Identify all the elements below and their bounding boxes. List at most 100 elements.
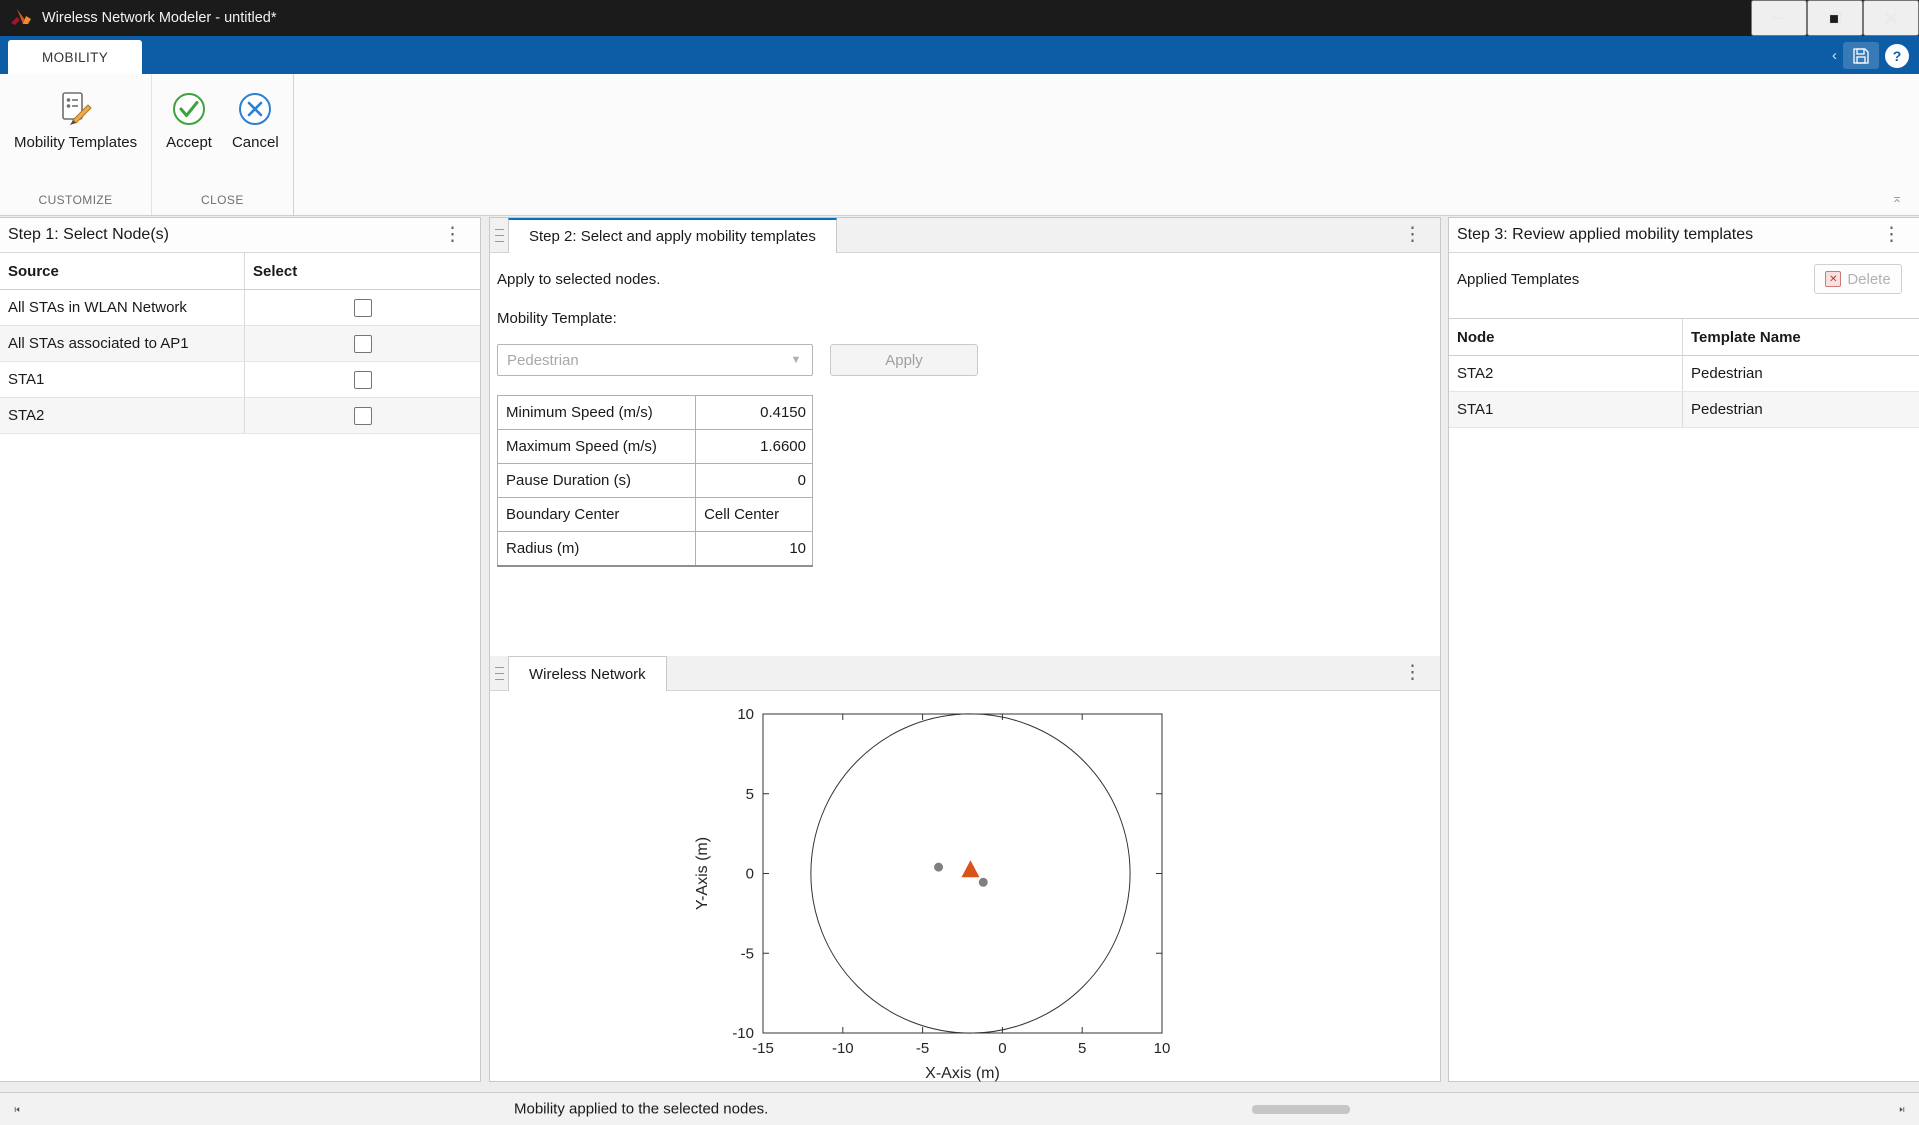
applied-templates-label: Applied Templates — [1457, 271, 1579, 288]
table-row: Minimum Speed (m/s) 0.4150 — [498, 396, 813, 430]
matlab-logo-icon — [9, 6, 33, 30]
step1-header: Step 1: Select Node(s) ⋮ — [0, 218, 480, 253]
wireless-network-modeler-window: Wireless Network Modeler - untitled* MOB… — [0, 0, 1919, 1125]
apply-instruction-text: Apply to selected nodes. — [497, 271, 660, 288]
select-checkbox[interactable] — [354, 299, 372, 317]
mobility-template-dropdown[interactable]: Pedestrian ▼ — [497, 344, 813, 376]
cancel-button[interactable]: Cancel — [224, 82, 287, 157]
step3-header: Step 3: Review applied mobility template… — [1449, 218, 1919, 253]
svg-text:Y-Axis (m): Y-Axis (m) — [694, 837, 711, 910]
source-cell: STA1 — [0, 362, 245, 397]
step1-panel: Step 1: Select Node(s) ⋮ Source Select A… — [0, 217, 481, 1082]
section-label-close: CLOSE — [152, 189, 293, 215]
cancel-x-icon — [234, 88, 276, 130]
scroll-to-start-icon[interactable] — [8, 1100, 26, 1118]
minimize-ribbon-icon[interactable] — [1887, 191, 1907, 209]
property-name: Minimum Speed (m/s) — [498, 396, 696, 430]
scroll-to-end-icon[interactable] — [1893, 1100, 1911, 1118]
collapse-chevron-icon[interactable]: ‹ — [1832, 48, 1837, 63]
property-name: Maximum Speed (m/s) — [498, 430, 696, 464]
step1-table-header: Source Select — [0, 253, 480, 290]
svg-text:10: 10 — [737, 706, 754, 723]
ribbon-tab-strip: MOBILITY ‹ ? — [0, 36, 1919, 74]
step1-kebab-menu-icon[interactable]: ⋮ — [437, 224, 468, 247]
table-row: STA2 — [0, 398, 480, 434]
close-button[interactable] — [1863, 0, 1919, 36]
svg-text:-15: -15 — [752, 1040, 774, 1057]
minimize-button[interactable] — [1751, 0, 1807, 36]
select-checkbox[interactable] — [354, 335, 372, 353]
svg-text:5: 5 — [1078, 1040, 1086, 1057]
delete-x-icon: ✕ — [1825, 271, 1841, 287]
grip-icon — [495, 229, 504, 242]
column-template-name: Template Name — [1683, 319, 1919, 355]
cancel-label: Cancel — [232, 134, 279, 153]
accept-button[interactable]: Accept — [158, 82, 220, 157]
node-cell: STA1 — [1449, 392, 1683, 427]
step2-kebab-menu-icon[interactable]: ⋮ — [1397, 224, 1428, 247]
mobility-templates-label: Mobility Templates — [14, 134, 137, 153]
accept-check-icon — [168, 88, 210, 130]
svg-text:-10: -10 — [832, 1040, 854, 1057]
template-cell: Pedestrian — [1683, 356, 1919, 391]
node-cell: STA2 — [1449, 356, 1683, 391]
horizontal-scrollbar-thumb[interactable] — [1252, 1105, 1350, 1114]
property-value[interactable]: 0 — [696, 464, 813, 498]
property-name: Pause Duration (s) — [498, 464, 696, 498]
chevron-down-icon: ▼ — [780, 345, 812, 375]
select-checkbox[interactable] — [354, 407, 372, 425]
template-cell: Pedestrian — [1683, 392, 1919, 427]
source-cell: All STAs in WLAN Network — [0, 290, 245, 325]
mobility-templates-icon — [55, 88, 97, 130]
step1-title: Step 1: Select Node(s) — [8, 226, 169, 244]
source-cell: STA2 — [0, 398, 245, 433]
step2-tab-strip: Step 2: Select and apply mobility templa… — [490, 218, 1440, 253]
tab-step2[interactable]: Step 2: Select and apply mobility templa… — [508, 218, 837, 253]
section-label-customize: CUSTOMIZE — [0, 189, 151, 215]
mobility-templates-button[interactable]: Mobility Templates — [6, 82, 145, 157]
svg-text:5: 5 — [746, 786, 754, 803]
applied-templates-row: Applied Templates ✕ Delete — [1449, 262, 1919, 300]
property-value[interactable]: 10 — [696, 532, 813, 567]
delete-button[interactable]: ✕ Delete — [1814, 264, 1902, 294]
network-plot: -15-10-50510-10-50510X-Axis (m)Y-Axis (m… — [691, 698, 1211, 1083]
table-row: STA1 — [0, 362, 480, 398]
window-controls — [1751, 0, 1919, 36]
grip-icon — [495, 667, 504, 680]
network-kebab-menu-icon[interactable]: ⋮ — [1397, 662, 1428, 685]
quick-access-toolbar: ‹ ? — [1832, 42, 1909, 69]
step3-title: Step 3: Review applied mobility template… — [1457, 226, 1753, 244]
tab-mobility[interactable]: MOBILITY — [8, 40, 142, 74]
svg-text:-5: -5 — [741, 945, 754, 962]
section-customize: Mobility Templates CUSTOMIZE — [0, 74, 152, 215]
source-cell: All STAs associated to AP1 — [0, 326, 245, 361]
column-node: Node — [1449, 319, 1683, 355]
window-title: Wireless Network Modeler - untitled* — [42, 10, 277, 26]
apply-button[interactable]: Apply — [830, 344, 978, 376]
panel-drag-handle[interactable] — [490, 656, 508, 690]
dropdown-selected-value: Pedestrian — [498, 352, 780, 369]
maximize-button[interactable] — [1807, 0, 1863, 36]
network-plot-figure: -15-10-50510-10-50510X-Axis (m)Y-Axis (m… — [691, 698, 1211, 1083]
template-properties-table: Minimum Speed (m/s) 0.4150 Maximum Speed… — [497, 395, 813, 567]
svg-text:0: 0 — [998, 1040, 1006, 1057]
svg-text:10: 10 — [1154, 1040, 1171, 1057]
help-button[interactable]: ? — [1885, 44, 1909, 68]
status-message: Mobility applied to the selected nodes. — [514, 1101, 768, 1118]
status-bar: Mobility applied to the selected nodes. — [0, 1092, 1919, 1125]
property-value[interactable]: 0.4150 — [696, 396, 813, 430]
save-button[interactable] — [1843, 42, 1879, 69]
step1-table-body: All STAs in WLAN Network All STAs associ… — [0, 290, 480, 434]
panel-drag-handle[interactable] — [490, 218, 508, 252]
applied-templates-table: Node Template Name STA2 Pedestrian STA1 … — [1449, 318, 1919, 428]
property-value[interactable]: 1.6600 — [696, 430, 813, 464]
table-row: All STAs in WLAN Network — [0, 290, 480, 326]
table-row: Maximum Speed (m/s) 1.6600 — [498, 430, 813, 464]
delete-label: Delete — [1847, 271, 1890, 288]
step3-kebab-menu-icon[interactable]: ⋮ — [1876, 224, 1907, 247]
select-checkbox[interactable] — [354, 371, 372, 389]
tab-wireless-network[interactable]: Wireless Network — [508, 656, 667, 691]
table-row[interactable]: STA2 Pedestrian — [1449, 356, 1919, 392]
property-value[interactable]: Cell Center — [696, 498, 813, 532]
table-row[interactable]: STA1 Pedestrian — [1449, 392, 1919, 428]
